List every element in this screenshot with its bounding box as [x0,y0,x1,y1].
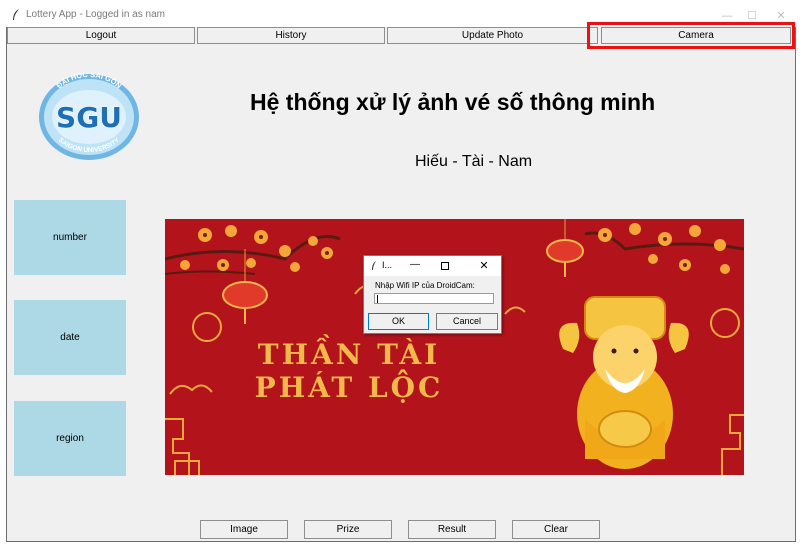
banner-line2: PHÁT LỘC [255,369,444,404]
ok-button[interactable]: OK [368,313,429,330]
date-box: date [14,300,126,375]
window-title: Lottery App - Logged in as nam [26,9,165,20]
dialog-prompt: Nhập Wifi IP của DroidCam: [375,281,475,290]
close-icon[interactable]: ✕ [476,258,492,274]
dialog-title-bar: I... — ✕ [364,256,501,276]
maximize-icon[interactable] [441,262,449,270]
clear-button[interactable]: Clear [512,520,600,539]
logout-button[interactable]: Logout [7,27,195,44]
feather-icon [372,261,376,270]
result-button[interactable]: Result [408,520,496,539]
region-box: region [14,401,126,476]
cancel-button[interactable]: Cancel [436,313,498,330]
history-button[interactable]: History [197,27,385,44]
page-title: Hệ thống xử lý ảnh vé số thông minh [250,89,656,115]
date-label: date [60,332,80,343]
region-label: region [56,433,84,444]
droidcam-ip-dialog: I... — ✕ Nhập Wifi IP của DroidCam: OK C… [363,255,502,334]
update-photo-button[interactable]: Update Photo [387,27,598,44]
banner-line1: THẦN TÀI [258,334,440,371]
number-box: number [14,200,126,275]
minimize-icon[interactable]: — [406,257,424,273]
sgu-logo: ĐẠI HỌC SÀI GÒN SAIGON UNIVERSITY SGU [39,73,139,160]
feather-icon [13,9,19,20]
authors-subtitle: Hiếu - Tài - Nam [415,153,533,170]
prize-button[interactable]: Prize [304,520,392,539]
dialog-title: I... [382,260,393,270]
text-caret [377,295,378,303]
wifi-ip-input[interactable] [374,293,494,304]
logo-center-text: SGU [56,101,122,134]
number-label: number [53,232,87,243]
image-button[interactable]: Image [200,520,288,539]
camera-highlight-box [587,22,795,49]
